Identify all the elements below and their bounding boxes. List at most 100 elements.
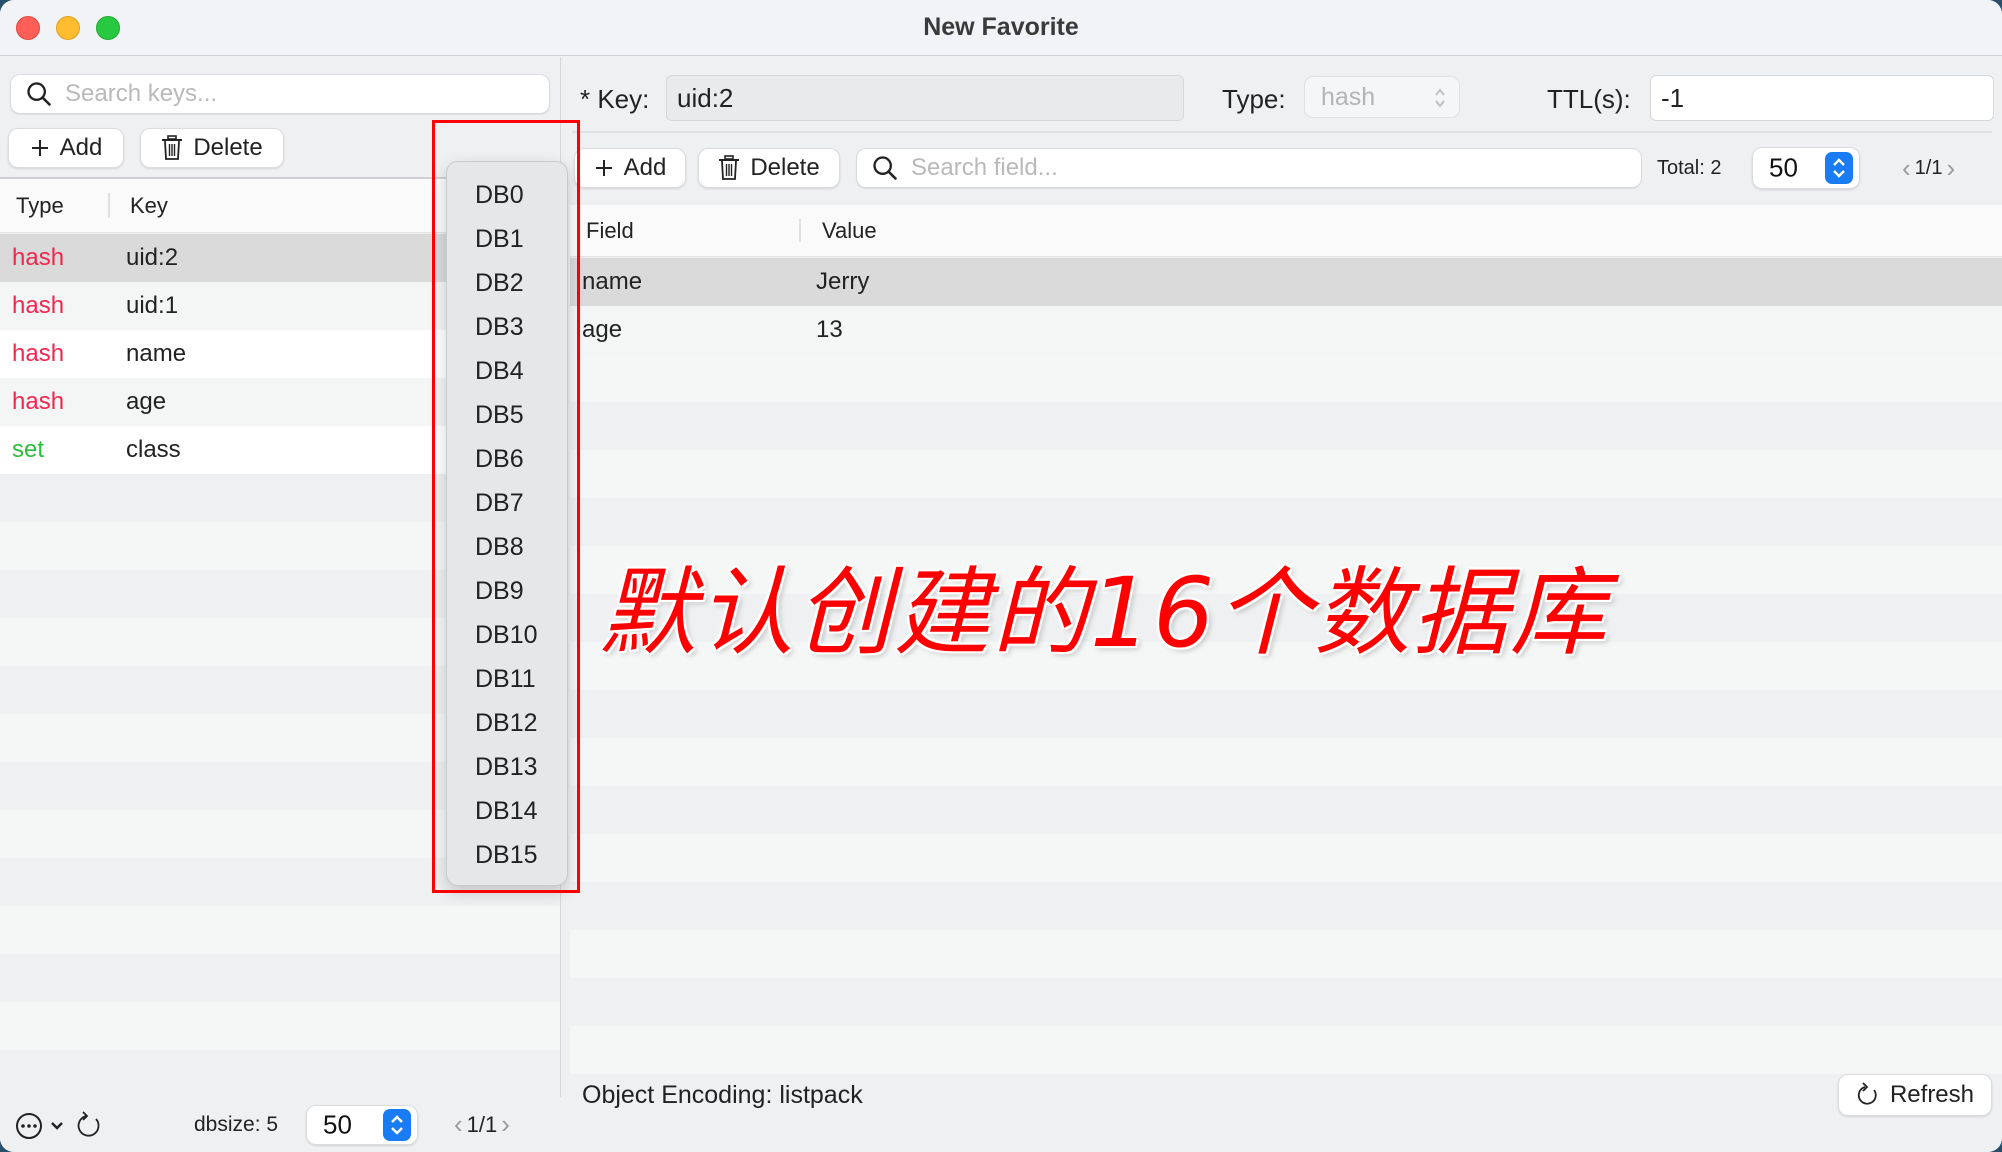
prev-page-icon[interactable]: ‹ xyxy=(1902,153,1911,184)
database-option[interactable]: DB3 xyxy=(475,305,524,349)
add-field-label: Add xyxy=(623,154,667,181)
search-keys-placeholder: Search keys... xyxy=(65,80,218,107)
delete-field-button[interactable]: Delete xyxy=(698,148,840,188)
database-option[interactable]: DB9 xyxy=(475,569,524,613)
database-option[interactable]: DB1 xyxy=(475,217,524,261)
database-option[interactable]: DB11 xyxy=(475,657,536,701)
ttl-input[interactable]: -1 xyxy=(1650,75,1994,121)
stepper-arrows-icon[interactable] xyxy=(1825,152,1853,184)
database-option[interactable]: DB15 xyxy=(475,833,538,877)
column-header-key[interactable]: Key xyxy=(130,193,168,219)
field-row[interactable]: age 13 xyxy=(570,306,2002,354)
key-label: * Key: xyxy=(580,84,650,114)
refresh-button[interactable]: Refresh xyxy=(1838,1074,1992,1116)
database-option[interactable]: DB4 xyxy=(475,349,524,393)
key-pager: ‹ 1/1 › xyxy=(454,1109,510,1140)
column-header-type[interactable]: Type xyxy=(16,193,64,219)
add-key-label: Add xyxy=(59,134,103,161)
key-type: set xyxy=(12,436,45,463)
key-type: hash xyxy=(12,340,65,367)
search-field-placeholder: Search field... xyxy=(911,154,1058,181)
database-option[interactable]: DB10 xyxy=(475,613,538,657)
empty-row xyxy=(570,738,2002,786)
search-icon xyxy=(27,82,51,106)
delete-key-label: Delete xyxy=(193,134,263,161)
database-dropdown-menu: DB0 DB1 DB2 DB3 DB4 DB5 DB6 DB7 DB8 DB9 DB10 DB11 DB… xyxy=(446,161,568,886)
empty-row xyxy=(570,690,2002,738)
empty-row xyxy=(0,1002,560,1050)
field-value: 13 xyxy=(816,316,843,343)
trash-icon xyxy=(162,135,183,160)
next-page-icon[interactable]: › xyxy=(1946,153,1955,184)
chevron-down-icon[interactable] xyxy=(50,1121,64,1131)
ttl-label: TTL(s): xyxy=(1547,84,1631,114)
refresh-label: Refresh xyxy=(1889,1081,1975,1108)
page-size-stepper[interactable]: 50 xyxy=(306,1105,418,1145)
next-page-icon[interactable]: › xyxy=(501,1109,510,1140)
divider xyxy=(572,131,1992,133)
database-option[interactable]: DB8 xyxy=(475,525,524,569)
empty-row xyxy=(0,1050,560,1098)
database-option[interactable]: DB5 xyxy=(475,393,524,437)
app-window: New Favorite Search keys... Add Delete T… xyxy=(0,0,2002,1152)
database-option[interactable]: DB7 xyxy=(475,481,524,525)
empty-row xyxy=(570,786,2002,834)
search-icon xyxy=(873,156,897,180)
add-field-button[interactable]: Add xyxy=(574,148,686,188)
trash-icon xyxy=(719,155,740,180)
refresh-icon[interactable] xyxy=(74,1109,104,1141)
refresh-icon xyxy=(1857,1082,1877,1105)
plus-icon xyxy=(31,140,48,156)
add-key-button[interactable]: Add xyxy=(8,128,124,168)
page-indicator: 1/1 xyxy=(466,1111,498,1137)
key-name: age xyxy=(126,388,167,415)
delete-key-button[interactable]: Delete xyxy=(140,128,284,168)
field-name: age xyxy=(582,316,623,343)
column-header-value[interactable]: Value xyxy=(822,218,877,244)
field-value: Jerry xyxy=(816,268,870,295)
key-name: name xyxy=(126,340,187,367)
column-separator[interactable] xyxy=(108,193,110,218)
key-name: class xyxy=(126,436,181,463)
column-header-field[interactable]: Field xyxy=(586,218,634,244)
database-option[interactable]: DB13 xyxy=(475,745,538,789)
field-name: name xyxy=(582,268,643,295)
database-option[interactable]: DB0 xyxy=(475,173,524,217)
database-option[interactable]: DB12 xyxy=(475,701,538,745)
empty-row xyxy=(570,930,2002,978)
key-list-footer: dbsize: 5 50 ‹ 1/1 › xyxy=(0,1097,561,1152)
field-page-indicator: 1/1 xyxy=(1914,157,1943,179)
stepper-arrows-icon[interactable] xyxy=(383,1109,411,1141)
key-name: uid:1 xyxy=(126,292,179,319)
type-select[interactable]: hash xyxy=(1304,76,1460,118)
search-field-input[interactable]: Search field... xyxy=(856,148,1642,188)
type-label: Type: xyxy=(1222,84,1286,114)
delete-field-label: Delete xyxy=(750,154,820,181)
field-pager: ‹ 1/1 › xyxy=(1902,153,1955,184)
window-title: New Favorite xyxy=(923,13,1079,41)
key-type: hash xyxy=(12,388,65,415)
field-row[interactable]: name Jerry xyxy=(570,258,2002,306)
key-name-value: uid:2 xyxy=(677,82,734,113)
page-size-value: 50 xyxy=(323,1109,352,1140)
column-separator[interactable] xyxy=(799,219,801,242)
empty-row xyxy=(570,1026,2002,1074)
database-option[interactable]: DB14 xyxy=(475,789,538,833)
empty-row xyxy=(0,954,560,1002)
annotation-text: 默认创建的16个数据库 xyxy=(600,557,1609,669)
key-name: uid:2 xyxy=(126,244,179,271)
title-bar: New Favorite xyxy=(0,0,2002,56)
empty-row xyxy=(0,906,560,954)
database-option[interactable]: DB6 xyxy=(475,437,524,481)
key-type: hash xyxy=(12,292,65,319)
field-page-size-stepper[interactable]: 50 xyxy=(1752,147,1860,189)
dbsize-label: dbsize: 5 xyxy=(194,1113,279,1136)
empty-row xyxy=(570,450,2002,498)
empty-row xyxy=(570,354,2002,402)
more-options-icon[interactable] xyxy=(14,1111,44,1141)
object-encoding-label: Object Encoding: listpack xyxy=(582,1081,863,1109)
prev-page-icon[interactable]: ‹ xyxy=(454,1109,463,1140)
database-option[interactable]: DB2 xyxy=(475,261,524,305)
search-keys-input[interactable]: Search keys... xyxy=(10,74,550,114)
key-name-input[interactable]: uid:2 xyxy=(666,75,1184,121)
